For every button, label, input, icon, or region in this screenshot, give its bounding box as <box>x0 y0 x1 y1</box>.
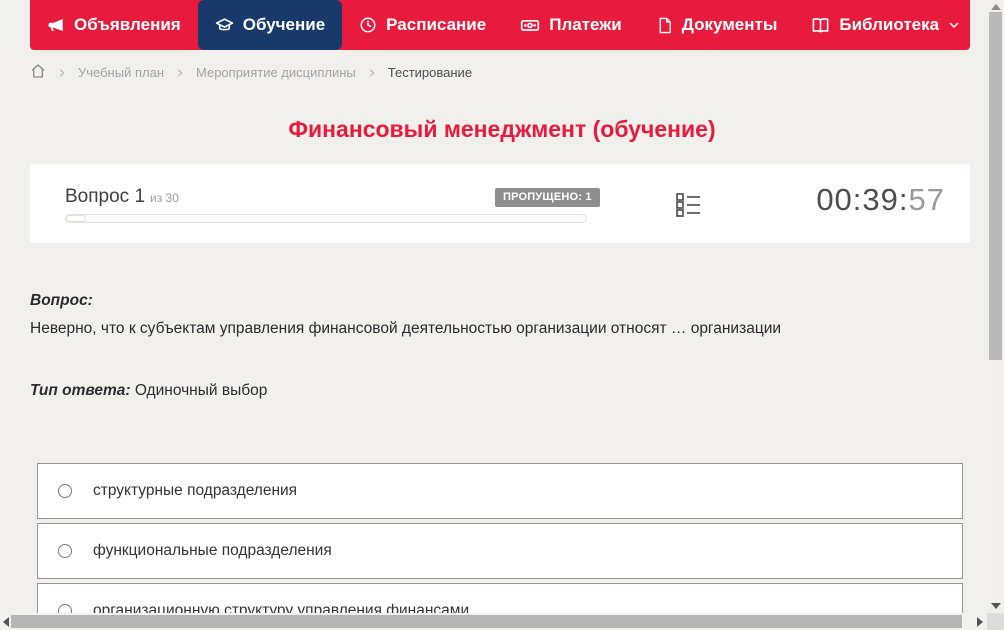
breadcrumb-item-curriculum[interactable]: Учебный план <box>78 65 164 80</box>
nav-item-learning[interactable]: Обучение <box>197 0 343 50</box>
nav-item-documents[interactable]: Документы <box>639 0 795 50</box>
quiz-status-panel: Вопрос 1 из 30 ПРОПУЩЕНО: 1 00:39:57 <box>30 164 970 243</box>
clock-icon <box>359 16 377 34</box>
answer-type-row: Тип ответа: Одиночный выбор <box>30 382 935 400</box>
answer-type-value: Одиночный выбор <box>134 382 268 399</box>
horizontal-scrollbar-thumb[interactable] <box>11 615 962 628</box>
graduation-cap-icon <box>215 16 234 35</box>
skipped-badge: ПРОПУЩЕНО: 1 <box>495 188 600 207</box>
nav-item-library[interactable]: Библиотека <box>794 0 977 50</box>
breadcrumb-home[interactable] <box>30 63 46 82</box>
page-title: Финансовый менеджмент (обучение) <box>288 116 716 142</box>
timer-seconds: 57 <box>908 182 945 217</box>
nav-item-label: Библиотека <box>839 15 940 34</box>
timer-hours-minutes: 00:39: <box>816 182 909 217</box>
breadcrumb-item-discipline-event[interactable]: Мероприятие дисциплины <box>196 65 356 80</box>
nav-item-payments[interactable]: Платежи <box>503 0 639 50</box>
horizontal-scrollbar[interactable] <box>0 613 987 630</box>
question-counter: Вопрос 1 из 30 <box>65 186 179 208</box>
question-text: Неверно, что к субъектам управления фина… <box>30 320 782 337</box>
question-prompt-label: Вопрос: <box>30 292 93 309</box>
chevron-down-icon <box>948 19 960 31</box>
radio-button[interactable] <box>58 544 72 558</box>
banknote-icon <box>520 15 540 35</box>
top-navbar: Объявления Обучение Расписание Платежи Д… <box>30 0 970 50</box>
chevron-right-icon <box>57 68 67 78</box>
answer-option-label: структурные подразделения <box>93 482 298 499</box>
question-counter-label: Вопрос 1 <box>65 186 146 207</box>
vertical-scrollbar[interactable] <box>987 0 1004 613</box>
answer-option-2[interactable]: функциональные подразделения <box>37 523 963 579</box>
nav-item-label: Платежи <box>549 15 622 34</box>
answer-option-label: функциональные подразделения <box>93 542 332 559</box>
chevron-right-icon <box>175 68 185 78</box>
nav-item-schedule[interactable]: Расписание <box>342 0 503 50</box>
answer-options: структурные подразделения функциональные… <box>37 463 963 630</box>
progress-bar <box>65 214 587 223</box>
nav-item-announcements[interactable]: Объявления <box>30 0 198 50</box>
breadcrumb-item-testing: Тестирование <box>387 65 473 80</box>
question-counter-total: из 30 <box>150 191 179 205</box>
scrollbar-corner <box>987 613 1004 630</box>
nav-item-label: Объявления <box>74 15 181 34</box>
scroll-down-arrow-icon[interactable] <box>991 603 1001 609</box>
document-icon <box>656 17 673 34</box>
chevron-right-icon <box>367 68 377 78</box>
answer-type-label: Тип ответа: <box>30 382 131 399</box>
nav-item-label: Обучение <box>242 15 326 34</box>
book-icon <box>811 16 830 35</box>
question-block: Вопрос: Неверно, что к субъектам управле… <box>30 292 935 400</box>
timer: 00:39:57 <box>816 182 945 218</box>
progress-bar-thumb <box>66 215 86 222</box>
answer-option-1[interactable]: структурные подразделения <box>37 463 963 519</box>
breadcrumb: Учебный план Мероприятие дисциплины Тест… <box>30 63 472 82</box>
home-icon <box>30 64 46 82</box>
question-list-button[interactable] <box>674 192 702 220</box>
megaphone-icon <box>47 16 65 34</box>
radio-button[interactable] <box>58 484 72 498</box>
scroll-left-arrow-icon[interactable] <box>3 617 9 627</box>
question-list-icon <box>675 191 701 222</box>
nav-item-label: Документы <box>681 15 778 34</box>
scroll-up-arrow-icon[interactable] <box>991 4 1001 10</box>
scroll-right-arrow-icon[interactable] <box>977 617 983 627</box>
nav-item-label: Расписание <box>386 15 487 34</box>
vertical-scrollbar-thumb[interactable] <box>989 12 1002 360</box>
